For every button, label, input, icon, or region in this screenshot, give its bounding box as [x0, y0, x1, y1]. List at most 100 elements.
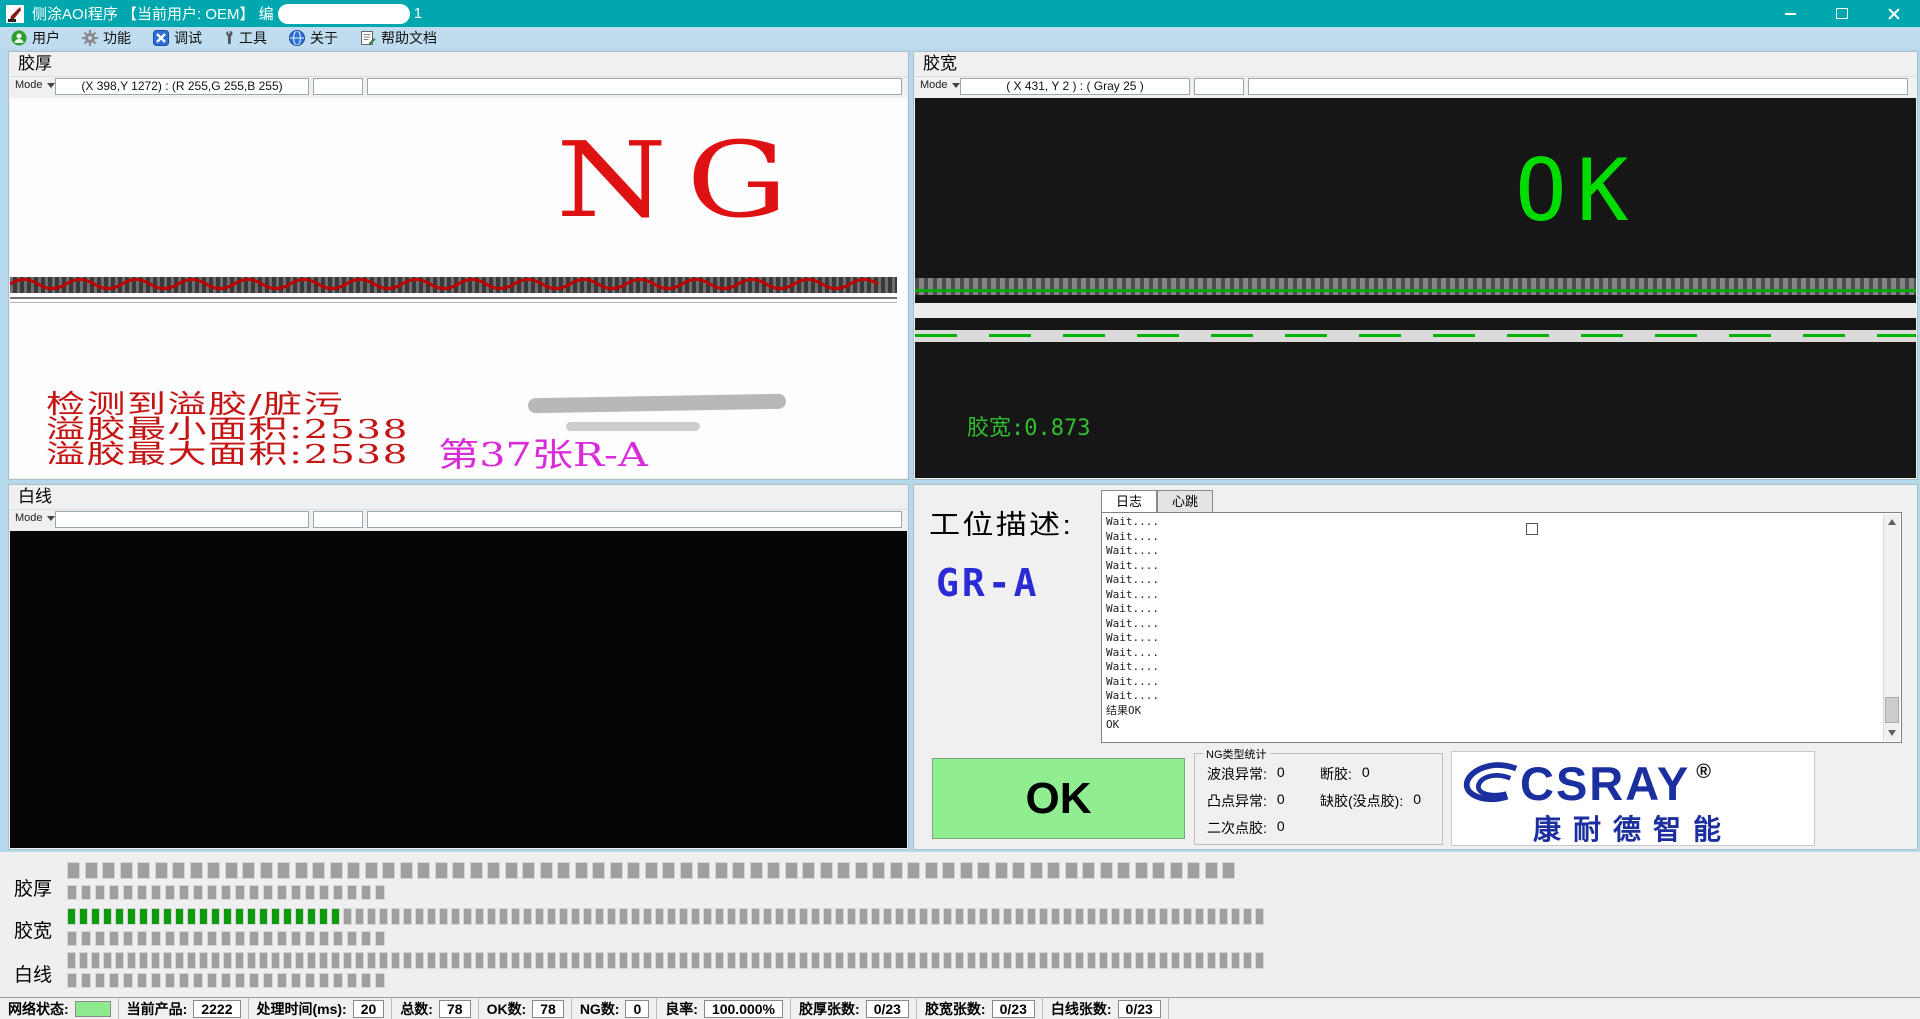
frame-cell	[211, 952, 220, 969]
panel-white-line: 白线 Mode	[8, 484, 909, 850]
status-item-2: 当前产品:2222	[119, 998, 249, 1019]
frame-cell	[475, 908, 484, 925]
frame-cell	[837, 862, 850, 879]
tab-heartbeat[interactable]: 心跳	[1157, 490, 1213, 512]
window-title-suffix: 1	[414, 5, 422, 22]
frame-cell	[1147, 908, 1156, 925]
ng-stat-label: 断胶:	[1320, 764, 1352, 784]
indicator-group-label: 胶厚	[14, 874, 52, 901]
menu-item-4[interactable]: 工具	[213, 27, 278, 49]
frame-cell	[403, 952, 412, 969]
maximize-button[interactable]	[1816, 0, 1868, 27]
frame-cell	[739, 952, 748, 969]
ng-stat-row: 凸点异常:0	[1207, 791, 1285, 811]
frame-cell	[547, 908, 556, 925]
frame-cell	[347, 973, 357, 988]
frame-cell	[163, 952, 172, 969]
frame-cell	[67, 931, 77, 946]
frame-cell	[330, 862, 343, 879]
frame-cell	[102, 862, 115, 879]
mode-dropdown[interactable]: Mode	[15, 79, 55, 91]
status-value: 0/23	[992, 1000, 1035, 1018]
frame-cell-ok	[247, 908, 256, 925]
glue-edge-dashed-green	[915, 334, 1916, 337]
menu-item-6[interactable]: 帮助文档	[349, 27, 448, 49]
frame-cell	[260, 862, 273, 879]
frame-cell-ok	[331, 908, 340, 925]
panel-glue-thickness: 胶厚 Mode (X 398,Y 1272) : (R 255,G 255,B …	[8, 51, 909, 480]
menu-item-2[interactable]: 功能	[71, 27, 142, 49]
log-panel: Wait....Wait....Wait....Wait....Wait....…	[1101, 512, 1902, 743]
log-line: Wait....	[1106, 588, 1881, 603]
frame-cell	[1171, 908, 1180, 925]
glue-edge-band-white	[915, 303, 1916, 318]
tab-log[interactable]: 日志	[1101, 490, 1157, 512]
frame-cell	[487, 862, 500, 879]
ng-stat-label: 凸点异常:	[1207, 791, 1267, 811]
indicator-row-secondary	[67, 885, 389, 900]
mode-dropdown[interactable]: Mode	[15, 512, 55, 524]
status-item-9: 胶宽张数:0/23	[917, 998, 1043, 1019]
frame-cell	[1135, 952, 1144, 969]
scroll-up-button[interactable]	[1884, 514, 1900, 530]
frame-cell	[645, 862, 658, 879]
menu-item-1[interactable]: 用户	[0, 27, 71, 49]
frame-cell	[697, 862, 710, 879]
frame-cell	[235, 931, 245, 946]
glue-width-image: OK 胶宽:0.873	[915, 98, 1916, 478]
frame-cell	[727, 952, 736, 969]
status-label: 总数:	[400, 999, 433, 1019]
frame-cell	[942, 862, 955, 879]
frame-cell	[667, 908, 676, 925]
frame-cell	[331, 952, 340, 969]
frame-cell	[619, 952, 628, 969]
overall-result-button[interactable]: OK	[932, 758, 1185, 839]
frame-cell	[1183, 908, 1192, 925]
frame-cell	[960, 862, 973, 879]
frame-cell-ok	[163, 908, 172, 925]
frame-cell	[823, 908, 832, 925]
status-item-4: 总数:78	[392, 998, 478, 1019]
frame-cell	[895, 952, 904, 969]
frame-cell	[109, 973, 119, 988]
frame-cell	[221, 931, 231, 946]
chevron-down-icon	[47, 83, 55, 88]
frame-cell	[305, 885, 315, 900]
frame-cell	[931, 952, 940, 969]
frame-cell	[403, 908, 412, 925]
frame-cell	[499, 908, 508, 925]
log-checkbox[interactable]	[1526, 523, 1538, 535]
menu-item-5[interactable]: 关于	[278, 27, 349, 49]
frame-cell	[835, 952, 844, 969]
frame-cell	[895, 908, 904, 925]
glue-width-measurement: 胶宽:0.873	[967, 410, 1090, 442]
gear-icon	[82, 30, 98, 46]
frame-cell	[1039, 952, 1048, 969]
frame-cell	[855, 862, 868, 879]
scrollbar-thumb[interactable]	[1885, 697, 1899, 723]
frame-cell	[1030, 862, 1043, 879]
frame-cell-ok	[307, 908, 316, 925]
frame-cell	[522, 862, 535, 879]
frame-cell	[1207, 952, 1216, 969]
frame-cell	[223, 952, 232, 969]
station-section: 工位描述: GR-A 日志 心跳 Wait....Wait....Wait...…	[913, 484, 1918, 850]
frame-cell	[785, 862, 798, 879]
frame-cell	[451, 908, 460, 925]
frame-cell	[799, 908, 808, 925]
user-icon	[11, 30, 27, 46]
detect-message-line3: 溢胶最大面积:2538	[46, 434, 409, 471]
close-button[interactable]	[1868, 0, 1920, 27]
frame-cell	[991, 908, 1000, 925]
scroll-down-button[interactable]	[1884, 725, 1900, 741]
log-scrollbar[interactable]	[1883, 514, 1900, 741]
frame-cell	[1051, 952, 1060, 969]
frame-cell	[283, 952, 292, 969]
frame-cell	[751, 908, 760, 925]
minimize-button[interactable]	[1764, 0, 1816, 27]
mode-label: Mode	[15, 79, 43, 91]
indicator-group-label: 胶宽	[14, 916, 52, 943]
menu-item-3[interactable]: 调试	[142, 27, 213, 49]
frame-cell	[540, 862, 553, 879]
mode-dropdown[interactable]: Mode	[920, 79, 960, 91]
